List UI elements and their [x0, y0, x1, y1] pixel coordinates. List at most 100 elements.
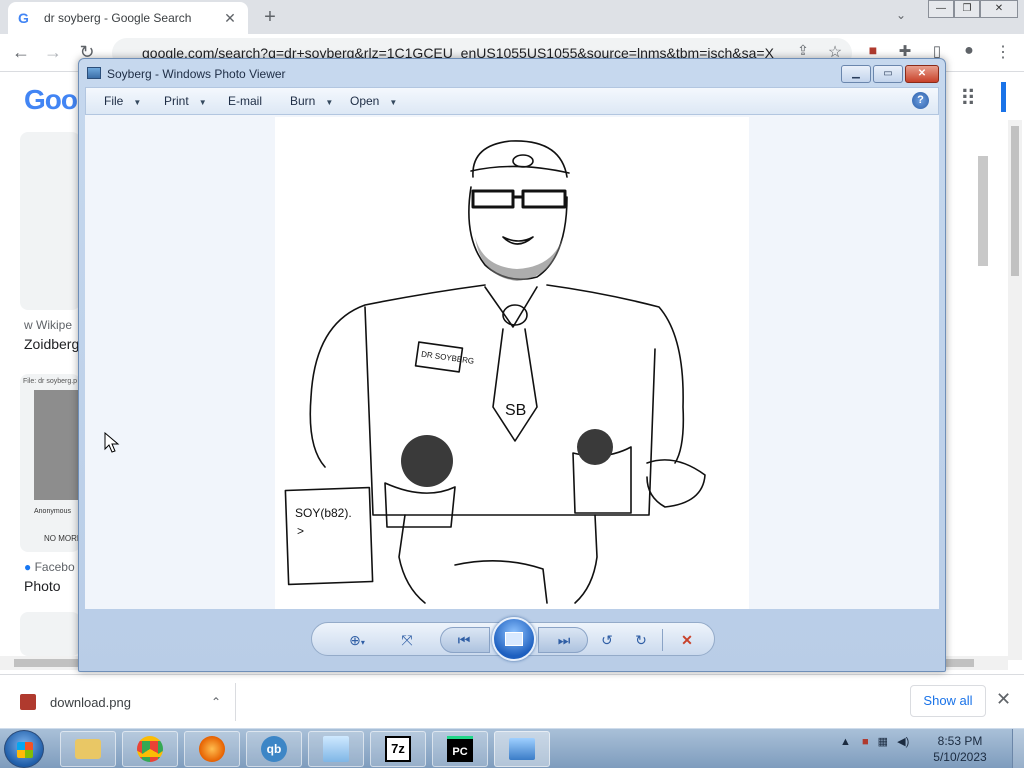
card-caption: NO MORE — [44, 534, 83, 543]
browser-tab[interactable]: G dr soyberg - Google Search ✕ — [8, 2, 248, 34]
menu-file-label: File — [104, 94, 124, 108]
rotate-cw-icon[interactable]: ↻ — [630, 629, 652, 651]
result-thumbnail[interactable] — [20, 612, 80, 656]
photo-viewer-menubar: File ▼ Print ▼ E-mail Burn ▼ Open ▼ ? — [85, 87, 939, 115]
taskbar-explorer[interactable] — [60, 731, 116, 767]
actual-size-icon[interactable]: ⤧ — [396, 629, 418, 651]
photo-viewer-controls: ⊕▾ ⤧ ⏮ ⏭ ↺ ↻ ✕ — [311, 617, 715, 661]
slideshow-button[interactable] — [492, 617, 536, 661]
zoom-icon[interactable]: ⊕▾ — [340, 629, 374, 651]
caret-down-icon: ▼ — [133, 98, 142, 107]
preview-panel-scrollbar-thumb[interactable] — [978, 156, 988, 266]
back-icon[interactable]: ← — [10, 42, 32, 63]
7zip-icon: 7z — [385, 736, 411, 762]
caret-down-icon: ▼ — [389, 98, 398, 107]
tray-app-icon[interactable]: ■ — [862, 736, 869, 748]
browser-restore-button[interactable]: ❐ — [954, 0, 980, 18]
menu-print[interactable]: Print ▼ — [164, 94, 207, 108]
taskbar-photo-viewer[interactable] — [494, 731, 550, 767]
clock-time: 8:53 PM — [937, 734, 983, 748]
mouse-cursor-icon — [104, 432, 120, 453]
tab-title: dr soyberg - Google Search — [44, 11, 192, 25]
previous-icon: ⏮ — [457, 632, 471, 648]
menu-burn-label: Burn — [290, 94, 316, 108]
tab-close-icon[interactable]: ✕ — [222, 10, 238, 27]
result-title[interactable]: Photo — [24, 578, 61, 594]
result-thumbnail[interactable] — [20, 132, 80, 310]
chevron-up-icon[interactable]: ⌃ — [211, 695, 221, 709]
menu-file[interactable]: File ▼ — [104, 94, 141, 108]
rotate-ccw-icon[interactable]: ↺ — [596, 629, 618, 651]
soyberg-drawing: DR SOYBERG SB SOY(b82). > — [284, 140, 706, 604]
taskbar-clock[interactable]: 8:53 PM 5/10/2023 — [930, 733, 990, 765]
network-icon[interactable]: ▦ — [878, 736, 888, 748]
start-button[interactable] — [4, 730, 44, 768]
new-tab-button[interactable]: + — [258, 6, 282, 29]
paper-text: SOY(b82). — [295, 506, 352, 520]
taskbar-notepad[interactable] — [308, 731, 364, 767]
paper-prompt: > — [297, 524, 304, 538]
show-desktop-button[interactable] — [1012, 729, 1024, 768]
chrome-icon — [137, 736, 163, 762]
page-scrollbar[interactable] — [1008, 120, 1022, 660]
help-icon[interactable]: ? — [912, 92, 929, 109]
browser-tabstrip: G dr soyberg - Google Search ✕ + ⌄ — ❐ ✕ — [0, 0, 1024, 34]
photo-viewer-app-icon — [87, 67, 101, 79]
tab-search-chevron-icon[interactable]: ⌄ — [896, 8, 906, 22]
volume-icon[interactable]: ◀) — [897, 736, 909, 748]
controls-divider — [662, 629, 663, 651]
pv-minimize-button[interactable]: ▁ — [841, 65, 871, 83]
profile-avatar-icon[interactable]: ● — [958, 42, 980, 60]
result-thumbnail[interactable]: File: dr soyberg.p Anonymous NO MORE — [20, 374, 83, 552]
menu-open[interactable]: Open ▼ — [350, 94, 397, 108]
taskbar-7zip[interactable]: 7z — [370, 731, 426, 767]
windows-taskbar: qb 7z PC ▲ ■ ▦ ◀) 8:53 PM 5/10/2023 — [0, 728, 1024, 768]
system-tray: ▲ ■ ▦ ◀) — [840, 735, 909, 748]
image-file-icon — [20, 694, 36, 710]
browser-minimize-button[interactable]: — — [928, 0, 954, 18]
show-all-button[interactable]: Show all — [910, 685, 986, 717]
chrome-menu-icon[interactable]: ⋮ — [992, 42, 1014, 62]
google-logo[interactable]: Goo — [24, 84, 78, 116]
clock-date: 5/10/2023 — [933, 750, 987, 764]
delete-icon[interactable]: ✕ — [676, 629, 698, 651]
result-source: w Wikipe — [24, 318, 73, 332]
pv-maximize-button[interactable]: ▭ — [873, 65, 903, 83]
notepad-icon — [323, 736, 349, 762]
taskbar-chrome[interactable] — [122, 731, 178, 767]
caret-down-icon: ▼ — [198, 98, 207, 107]
next-button[interactable]: ⏭ — [538, 627, 588, 653]
result-title[interactable]: Zoidberg — [24, 336, 79, 352]
menu-burn[interactable]: Burn ▼ — [290, 94, 333, 108]
download-item[interactable]: download.png ⌃ — [10, 683, 236, 721]
qbittorrent-icon: qb — [261, 736, 287, 762]
google-apps-icon[interactable]: ⠿ — [960, 86, 976, 112]
photo-viewer-icon — [509, 738, 535, 760]
result-source-text: Facebo — [34, 560, 75, 574]
card-top-text: File: dr soyberg.p — [23, 378, 78, 385]
taskbar-qbittorrent[interactable]: qb — [246, 731, 302, 767]
name-tag-text: DR SOYBERG — [421, 350, 475, 366]
extension-icon[interactable]: ■ — [862, 42, 884, 58]
google-g-icon: G — [18, 10, 29, 26]
card-user: Anonymous — [34, 508, 71, 515]
caret-down-icon: ▼ — [325, 98, 334, 107]
previous-button[interactable]: ⏮ — [440, 627, 490, 653]
taskbar-firefox[interactable] — [184, 731, 240, 767]
share-icon[interactable]: ⇪ — [792, 42, 814, 59]
preview-panel-scrollbar[interactable] — [976, 146, 990, 646]
page-scrollbar-thumb[interactable] — [1011, 126, 1019, 276]
browser-close-button[interactable]: ✕ — [980, 0, 1018, 18]
firefox-icon — [199, 736, 225, 762]
taskbar-pycharm[interactable]: PC — [432, 731, 488, 767]
next-icon: ⏭ — [557, 632, 571, 648]
tray-expand-icon[interactable]: ▲ — [840, 736, 851, 748]
forward-icon[interactable]: → — [42, 42, 64, 63]
photo-viewer-canvas: DR SOYBERG SB SOY(b82). > — [85, 115, 939, 609]
pocket-face-left — [401, 435, 453, 487]
download-bar-close-icon[interactable]: ✕ — [996, 689, 1011, 710]
sign-in-button[interactable] — [1001, 82, 1006, 112]
photo-viewer-titlebar[interactable]: Soyberg - Windows Photo Viewer ▁ ▭ ✕ — [79, 59, 945, 87]
menu-email[interactable]: E-mail — [228, 94, 262, 108]
pv-close-button[interactable]: ✕ — [905, 65, 939, 83]
